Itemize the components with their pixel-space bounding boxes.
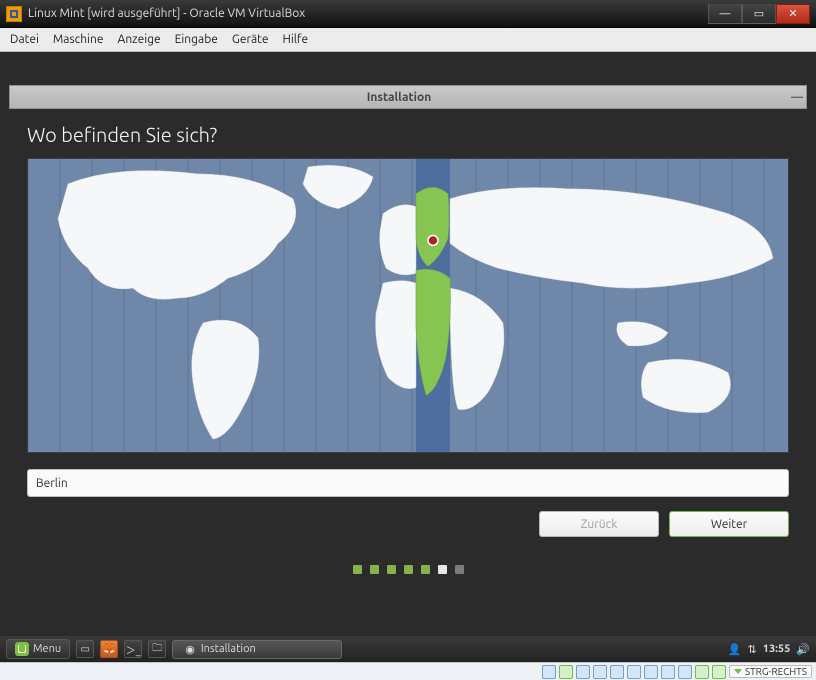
cpu-icon[interactable] [712,665,726,679]
nav-buttons: Zurück Weiter [27,511,789,537]
display-icon[interactable] [644,665,658,679]
recording-icon[interactable] [695,665,709,679]
mint-logo-icon [15,642,29,656]
progress-dot [353,565,362,574]
menu-anzeige[interactable]: Anzeige [118,33,161,46]
vbox-titlebar: Linux Mint [wird ausgeführt] - Oracle VM… [0,0,816,28]
menu-maschine[interactable]: Maschine [53,33,104,46]
audio-icon[interactable] [576,665,590,679]
installer-titlebar[interactable]: Installation — [9,85,807,109]
menu-geraete[interactable]: Geräte [232,33,269,46]
network-icon[interactable] [593,665,607,679]
optical-icon[interactable] [559,665,573,679]
sata-icon[interactable] [542,665,556,679]
host-key-indicator[interactable]: STRG-RECHTS [729,665,812,678]
arrow-down-icon [734,669,742,674]
page-heading: Wo befinden Sie sich? [27,123,789,146]
taskbar-item-label: Installation [201,643,256,655]
mint-menu-label: Menu [33,643,61,655]
vbox-window-title: Linux Mint [wird ausgeführt] - Oracle VM… [28,7,305,20]
host-key-label: STRG-RECHTS [745,666,807,677]
show-desktop-icon[interactable]: ▭ [76,640,94,658]
user-icon[interactable]: 👤 [728,643,742,656]
progress-dot [370,565,379,574]
installer-window: Installation — Wo befinden Sie sich? [9,85,807,632]
installer-body: Wo befinden Sie sich? [9,109,807,584]
vbox-menubar: Datei Maschine Anzeige Eingabe Geräte Hi… [0,28,816,52]
shared-folder-icon[interactable] [627,665,641,679]
close-button[interactable]: ✕ [776,4,810,24]
menu-hilfe[interactable]: Hilfe [282,33,308,46]
location-input[interactable] [27,469,789,497]
usb-icon[interactable] [610,665,624,679]
progress-dots [27,565,789,574]
guest-display: Installation — Wo befinden Sie sich? [0,52,816,662]
menu-datei[interactable]: Datei [10,33,39,46]
progress-dot [404,565,413,574]
virtualbox-icon [6,6,22,22]
location-pin [428,235,438,245]
progress-dot [455,565,464,574]
disc-icon: ◉ [185,643,195,656]
terminal-icon[interactable]: ＞_ [124,640,142,658]
minimize-button[interactable]: — [708,4,742,24]
installer-minimize-button[interactable]: — [788,91,806,104]
taskbar-item-installation[interactable]: ◉ Installation [172,640,342,659]
menu-eingabe[interactable]: Eingabe [175,33,218,46]
firefox-icon[interactable]: 🦊 [100,640,118,658]
mint-menu-button[interactable]: Menu [6,639,70,659]
volume-icon[interactable]: 🔊 [796,643,810,656]
back-button[interactable]: Zurück [539,511,659,537]
mint-panel: Menu ▭ 🦊 ＞_ 🗀 ◉ Installation 👤 ⇅ 13:55 🔊 [0,636,816,662]
progress-dot [387,565,396,574]
files-icon[interactable]: 🗀 [148,640,166,658]
panel-clock[interactable]: 13:55 [763,643,791,655]
drag-drop-icon[interactable] [678,665,692,679]
network-tray-icon[interactable]: ⇅ [748,643,757,656]
maximize-button[interactable]: ▭ [742,4,776,24]
next-button[interactable]: Weiter [669,511,789,537]
clipboard-icon[interactable] [661,665,675,679]
progress-dot [421,565,430,574]
progress-dot [438,565,447,574]
installer-window-title: Installation [10,91,788,104]
window-controls: — ▭ ✕ [708,4,810,24]
vbox-statusbar: STRG-RECHTS [0,662,816,680]
timezone-map[interactable] [27,158,789,453]
